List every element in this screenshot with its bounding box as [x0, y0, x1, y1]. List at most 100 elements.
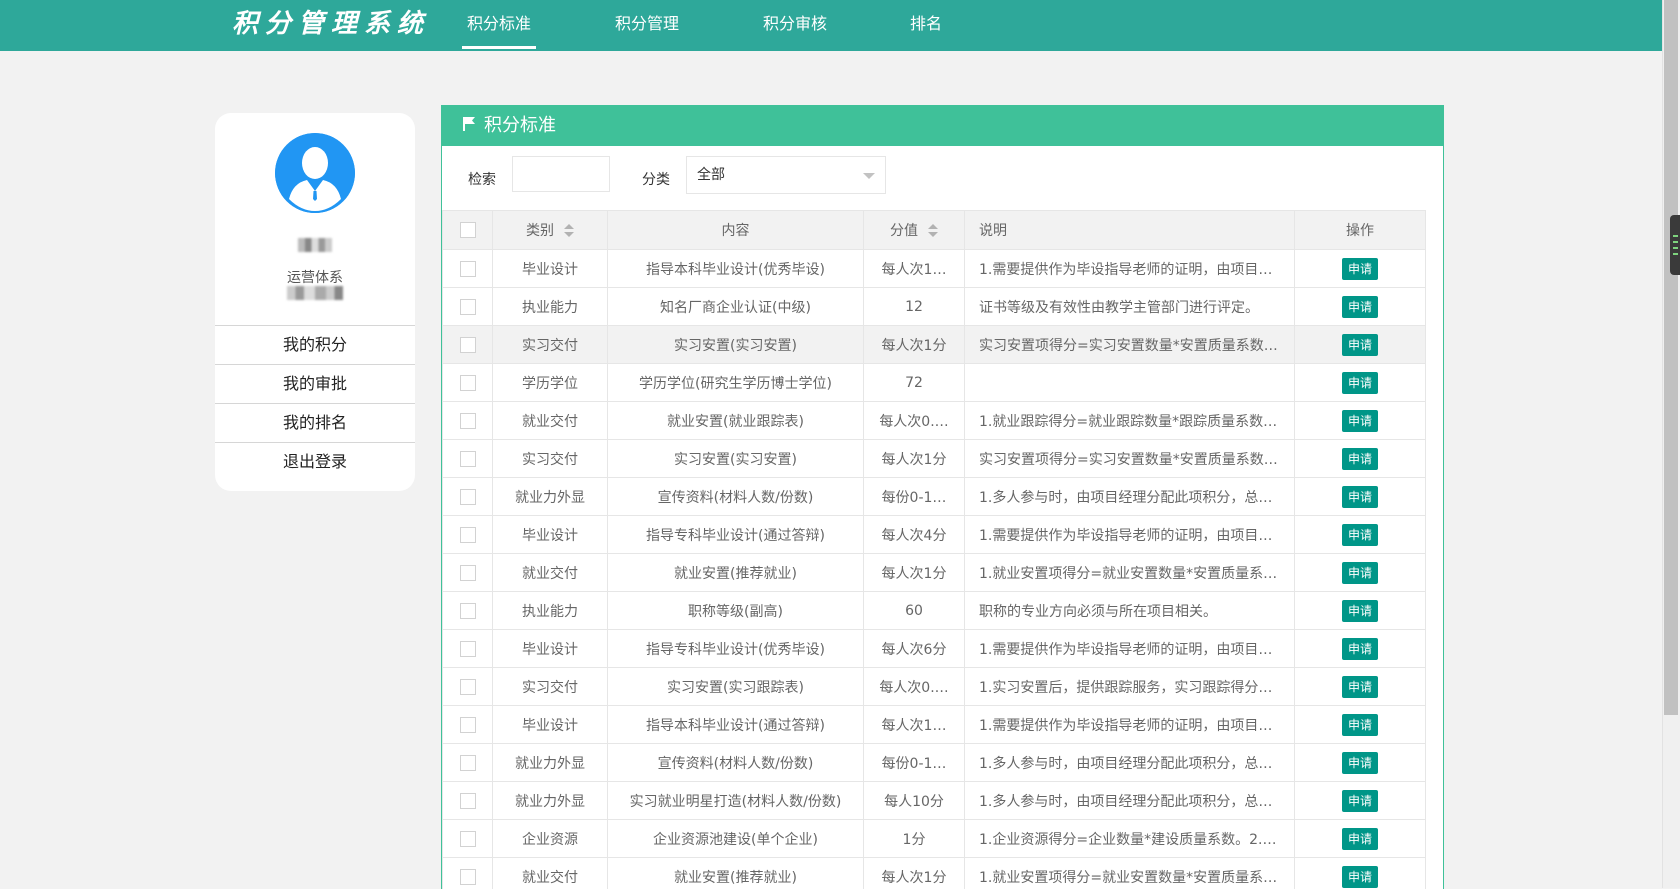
- row-content: 实习安置(实习安置): [608, 440, 864, 478]
- apply-button[interactable]: 申请: [1342, 296, 1378, 318]
- row-checkbox[interactable]: [460, 489, 476, 505]
- row-checkbox[interactable]: [460, 375, 476, 391]
- header-desc: 说明: [965, 211, 1295, 250]
- row-checkbox[interactable]: [460, 299, 476, 315]
- row-checkbox[interactable]: [460, 565, 476, 581]
- apply-button[interactable]: 申请: [1342, 752, 1378, 774]
- row-category: 就业力外显: [493, 782, 608, 820]
- panel-title: 积分标准: [484, 115, 556, 136]
- header-select-all: [443, 211, 493, 250]
- header-category[interactable]: 类别: [493, 211, 608, 250]
- top-navbar: 积分管理系统 积分标准 积分管理 积分审核 排名: [0, 0, 1662, 51]
- row-select-cell: [443, 668, 493, 706]
- menu-my-points[interactable]: 我的积分: [215, 325, 415, 364]
- row-score: 每人次4分: [864, 516, 965, 554]
- row-desc: 1.实习安置后，提供跟踪服务，实习跟踪得分=…: [965, 668, 1295, 706]
- apply-button[interactable]: 申请: [1342, 486, 1378, 508]
- row-checkbox[interactable]: [460, 603, 476, 619]
- apply-button[interactable]: 申请: [1342, 372, 1378, 394]
- category-select[interactable]: 全部: [686, 156, 886, 194]
- sort-icon[interactable]: [928, 224, 938, 238]
- row-checkbox[interactable]: [460, 831, 476, 847]
- row-checkbox[interactable]: [460, 451, 476, 467]
- row-select-cell: [443, 326, 493, 364]
- row-desc: 1.就业跟踪得分=就业跟踪数量*跟踪质量系数…: [965, 402, 1295, 440]
- select-all-checkbox[interactable]: [460, 222, 476, 238]
- sort-icon[interactable]: [564, 224, 574, 238]
- row-checkbox[interactable]: [460, 413, 476, 429]
- row-checkbox[interactable]: [460, 641, 476, 657]
- table-row: 就业交付就业安置(推荐就业)每人次1分1.就业安置项得分=就业安置数量*安置质量…: [443, 858, 1426, 889]
- avatar: [275, 133, 355, 213]
- row-checkbox[interactable]: [460, 679, 476, 695]
- row-checkbox[interactable]: [460, 261, 476, 277]
- row-desc: 1.需要提供作为毕设指导老师的证明，由项目…: [965, 630, 1295, 668]
- header-score[interactable]: 分值: [864, 211, 965, 250]
- row-content: 宣传资料(材料人数/份数): [608, 478, 864, 516]
- row-select-cell: [443, 288, 493, 326]
- row-action: 申请: [1295, 554, 1426, 592]
- row-checkbox[interactable]: [460, 527, 476, 543]
- row-action: 申请: [1295, 858, 1426, 889]
- row-select-cell: [443, 744, 493, 782]
- header-action: 操作: [1295, 211, 1426, 250]
- nav-tab-points-management[interactable]: 积分管理: [610, 0, 684, 46]
- row-select-cell: [443, 706, 493, 744]
- row-desc: 证书等级及有效性由教学主管部门进行评定。: [965, 288, 1295, 326]
- nav-tab-points-standard[interactable]: 积分标准: [462, 0, 536, 49]
- table-body: 毕业设计指导本科毕业设计(优秀毕设)每人次1…1.需要提供作为毕设指导老师的证明…: [443, 250, 1426, 889]
- menu-my-approvals[interactable]: 我的审批: [215, 364, 415, 403]
- row-score: 每人次0.…: [864, 402, 965, 440]
- apply-button[interactable]: 申请: [1342, 714, 1378, 736]
- row-desc: 1.需要提供作为毕设指导老师的证明，由项目…: [965, 250, 1295, 288]
- row-content: 企业资源池建设(单个企业): [608, 820, 864, 858]
- row-action: 申请: [1295, 668, 1426, 706]
- apply-button[interactable]: 申请: [1342, 562, 1378, 584]
- points-standard-panel: 积分标准 检索 分类 全部 类别 内容 分值 说明 操作 毕业设计指导本科毕业设…: [441, 105, 1444, 889]
- side-widget-handle[interactable]: [1670, 215, 1680, 275]
- apply-button[interactable]: 申请: [1342, 410, 1378, 432]
- row-checkbox[interactable]: [460, 869, 476, 885]
- row-score: 每人次1…: [864, 250, 965, 288]
- user-department: 运营体系: [215, 267, 415, 287]
- nav-tab-points-review[interactable]: 积分审核: [758, 0, 832, 46]
- search-input[interactable]: [512, 156, 610, 192]
- row-checkbox[interactable]: [460, 337, 476, 353]
- row-checkbox[interactable]: [460, 717, 476, 733]
- table-row: 学历学位学历学位(研究生学历博士学位)72申请: [443, 364, 1426, 402]
- row-score: 1分: [864, 820, 965, 858]
- apply-button[interactable]: 申请: [1342, 790, 1378, 812]
- apply-button[interactable]: 申请: [1342, 600, 1378, 622]
- apply-button[interactable]: 申请: [1342, 258, 1378, 280]
- apply-button[interactable]: 申请: [1342, 448, 1378, 470]
- row-checkbox[interactable]: [460, 793, 476, 809]
- row-score: 每份0-1…: [864, 744, 965, 782]
- table-row: 实习交付实习安置(实习跟踪表)每人次0.…1.实习安置后，提供跟踪服务，实习跟踪…: [443, 668, 1426, 706]
- nav-tab-ranking[interactable]: 排名: [905, 0, 947, 46]
- row-select-cell: [443, 402, 493, 440]
- apply-button[interactable]: 申请: [1342, 866, 1378, 888]
- apply-button[interactable]: 申请: [1342, 334, 1378, 356]
- row-score: 每人次1…: [864, 706, 965, 744]
- row-desc: [965, 364, 1295, 402]
- row-action: 申请: [1295, 250, 1426, 288]
- table-row: 企业资源企业资源池建设(单个企业)1分1.企业资源得分=企业数量*建设质量系数。…: [443, 820, 1426, 858]
- apply-button[interactable]: 申请: [1342, 524, 1378, 546]
- table-row: 毕业设计指导专科毕业设计(通过答辩)每人次4分1.需要提供作为毕设指导老师的证明…: [443, 516, 1426, 554]
- menu-logout[interactable]: 退出登录: [215, 442, 415, 481]
- menu-my-ranking[interactable]: 我的排名: [215, 403, 415, 442]
- table-row: 执业能力知名厂商企业认证(中级)12证书等级及有效性由教学主管部门进行评定。申请: [443, 288, 1426, 326]
- row-checkbox[interactable]: [460, 755, 476, 771]
- table-row: 毕业设计指导专科毕业设计(优秀毕设)每人次6分1.需要提供作为毕设指导老师的证明…: [443, 630, 1426, 668]
- apply-button[interactable]: 申请: [1342, 828, 1378, 850]
- row-content: 学历学位(研究生学历博士学位): [608, 364, 864, 402]
- row-desc: 1.企业资源得分=企业数量*建设质量系数。2.…: [965, 820, 1295, 858]
- apply-button[interactable]: 申请: [1342, 676, 1378, 698]
- row-category: 就业交付: [493, 858, 608, 889]
- row-category: 企业资源: [493, 820, 608, 858]
- row-content: 宣传资料(材料人数/份数): [608, 744, 864, 782]
- row-action: 申请: [1295, 402, 1426, 440]
- row-content: 指导专科毕业设计(通过答辩): [608, 516, 864, 554]
- apply-button[interactable]: 申请: [1342, 638, 1378, 660]
- page-scrollbar-thumb[interactable]: [1664, 0, 1678, 715]
